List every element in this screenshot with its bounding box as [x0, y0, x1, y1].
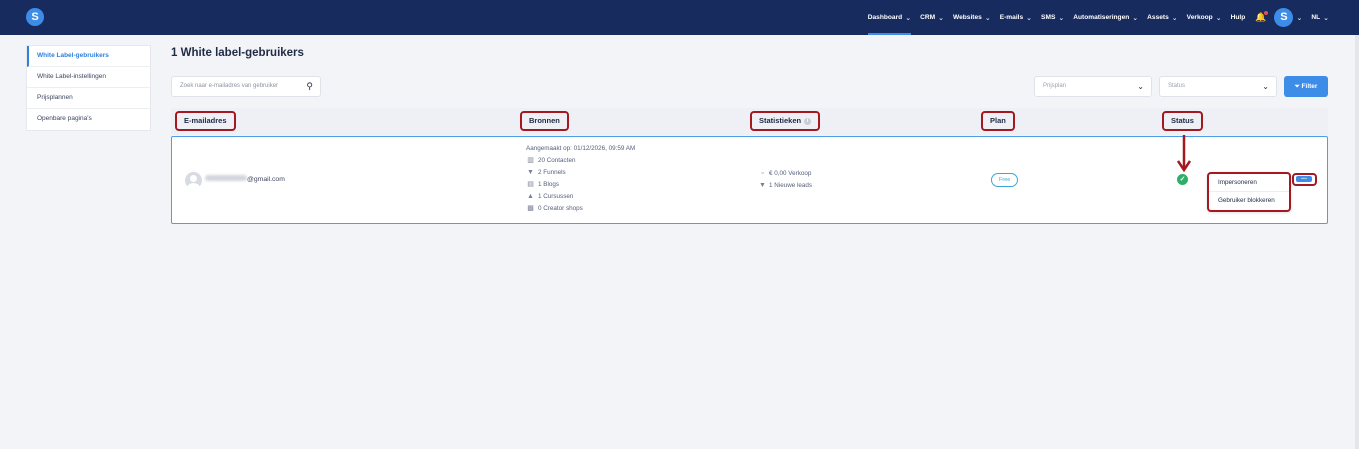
source-contacts: ▥ 20 Contacten	[526, 155, 635, 167]
redacted-email-part	[205, 175, 247, 181]
scrollbar[interactable]	[1355, 35, 1359, 449]
nav-assets[interactable]: Assets ⌄	[1147, 0, 1178, 35]
shop-icon: ▩	[527, 205, 534, 212]
plan-badge: Free	[991, 173, 1019, 187]
source-courses: ▲ 1 Cursussen	[526, 191, 635, 203]
nav-sms[interactable]: SMS ⌄	[1041, 0, 1064, 35]
table-header: E-mailadres Bronnen Statistieken i Plan S…	[171, 108, 1328, 135]
app-logo[interactable]: S	[26, 8, 44, 26]
column-header-stats-label: Statistieken	[759, 116, 802, 125]
created-date: Aangemaakt op: 01/12/2026, 09:59 AM	[526, 145, 636, 152]
sidebar-item-price-plans[interactable]: Prijsplannen	[27, 88, 150, 109]
nav-help[interactable]: Hulp	[1231, 0, 1246, 35]
chevron-down-icon: ⌄	[984, 14, 991, 22]
price-plan-select[interactable]: Prijsplan ⌄	[1034, 76, 1152, 97]
page-title: 1 White label-gebruikers	[171, 47, 304, 59]
nav-sales[interactable]: Verkoop ⌄	[1187, 0, 1222, 35]
sidebar-item-public-pages[interactable]: Openbare pagina's	[27, 109, 150, 130]
column-header-plan: Plan	[981, 111, 1015, 131]
user-email: @gmail.com	[205, 175, 285, 183]
nav-dashboard[interactable]: Dashboard ⌄	[867, 0, 912, 35]
user-avatar[interactable]: S	[1274, 8, 1294, 27]
stat-sales: ▫ € 0,00 Verkoop	[758, 168, 812, 180]
contacts-icon: ▥	[527, 157, 534, 164]
status-select[interactable]: Status ⌄	[1159, 76, 1277, 97]
chevron-down-icon: ⌄	[938, 14, 944, 22]
avatar	[185, 172, 202, 189]
chevron-down-icon: ⌄	[1132, 14, 1139, 22]
notification-dot	[1264, 11, 1269, 15]
search-placeholder: Zoek naar e-mailadres van gebruiker	[180, 83, 279, 89]
column-header-sources: Bronnen	[520, 111, 569, 131]
email-domain: @gmail.com	[247, 176, 285, 183]
chevron-down-icon[interactable]: ⌄	[1296, 14, 1302, 22]
funnel-icon: ▼	[759, 182, 766, 189]
column-header-stats: Statistieken i	[750, 111, 821, 131]
sources-cell: Aangemaakt op: 01/12/2026, 09:59 AM ▥ 20 …	[526, 145, 635, 215]
source-blogs: ▤ 1 Blogs	[526, 179, 635, 191]
menu-item-impersonate[interactable]: Impersoneren	[1209, 174, 1289, 191]
filter-icon: ⏷	[1294, 83, 1300, 90]
info-icon[interactable]: i	[804, 118, 812, 125]
bell-icon[interactable]: 🔔	[1255, 11, 1269, 23]
sidebar-item-white-label-settings[interactable]: White Label-instellingen	[27, 67, 150, 88]
search-input[interactable]: Zoek naar e-mailadres van gebruiker ⚲	[171, 76, 321, 97]
row-actions-button[interactable]: ...	[1292, 173, 1317, 186]
nav-websites[interactable]: Websites ⌄	[953, 0, 991, 35]
sidebar-item-white-label-users[interactable]: White Label-gebruikers	[27, 46, 150, 67]
stat-leads: ▼ 1 Nieuwe leads	[758, 180, 812, 192]
chevron-down-icon: ⌄	[1323, 14, 1329, 22]
chevron-down-icon: ⌄	[1137, 82, 1144, 91]
language-selector[interactable]: NL ⌄	[1311, 0, 1329, 35]
filter-button[interactable]: ⏷ Filter	[1284, 76, 1328, 97]
chevron-down-icon: ⌄	[1171, 14, 1178, 22]
money-icon: ▫	[761, 170, 764, 177]
search-icon[interactable]: ⚲	[306, 77, 313, 96]
column-header-status: Status	[1162, 111, 1203, 131]
stats-cell: ▫ € 0,00 Verkoop ▼ 1 Nieuwe leads	[758, 168, 812, 192]
menu-item-block-user[interactable]: Gebruiker blokkeren	[1209, 191, 1289, 208]
funnel-icon: ▼	[527, 169, 534, 176]
chevron-down-icon: ⌄	[905, 14, 912, 22]
filter-label: Filter	[1301, 83, 1318, 90]
source-funnels: ▼ 2 Funnels	[526, 167, 635, 179]
course-icon: ▲	[527, 193, 534, 200]
chevron-down-icon: ⌄	[1026, 14, 1033, 22]
column-header-email: E-mailadres	[175, 111, 236, 131]
row-actions-menu: Impersoneren Gebruiker blokkeren	[1207, 172, 1291, 212]
chevron-down-icon: ⌄	[1215, 14, 1222, 22]
chevron-down-icon: ⌄	[1262, 82, 1269, 91]
more-icon: ...	[1296, 174, 1312, 182]
top-navbar: S Dashboard ⌄ CRM ⌄ Websites ⌄ E-mails ⌄ SMS…	[0, 0, 1359, 35]
annotation-arrow	[1177, 135, 1191, 173]
status-placeholder: Status	[1168, 83, 1186, 89]
settings-sidebar: White Label-gebruikers White Label-inste…	[26, 45, 151, 131]
nav-emails[interactable]: E-mails ⌄	[1000, 0, 1032, 35]
blog-icon: ▤	[527, 181, 534, 188]
source-shops: ▩ 0 Creator shops	[526, 203, 635, 215]
main-nav: Dashboard ⌄ CRM ⌄ Websites ⌄ E-mails ⌄ SMS ⌄ …	[859, 0, 1329, 35]
nav-automations[interactable]: Automatiseringen ⌄	[1073, 0, 1138, 35]
nav-crm[interactable]: CRM ⌄	[920, 0, 944, 35]
status-active-icon: ✓	[1177, 174, 1188, 185]
table-row[interactable]: @gmail.com Aangemaakt op: 01/12/2026, 09…	[171, 136, 1328, 224]
price-plan-placeholder: Prijsplan	[1043, 83, 1067, 89]
chevron-down-icon: ⌄	[1058, 14, 1065, 22]
